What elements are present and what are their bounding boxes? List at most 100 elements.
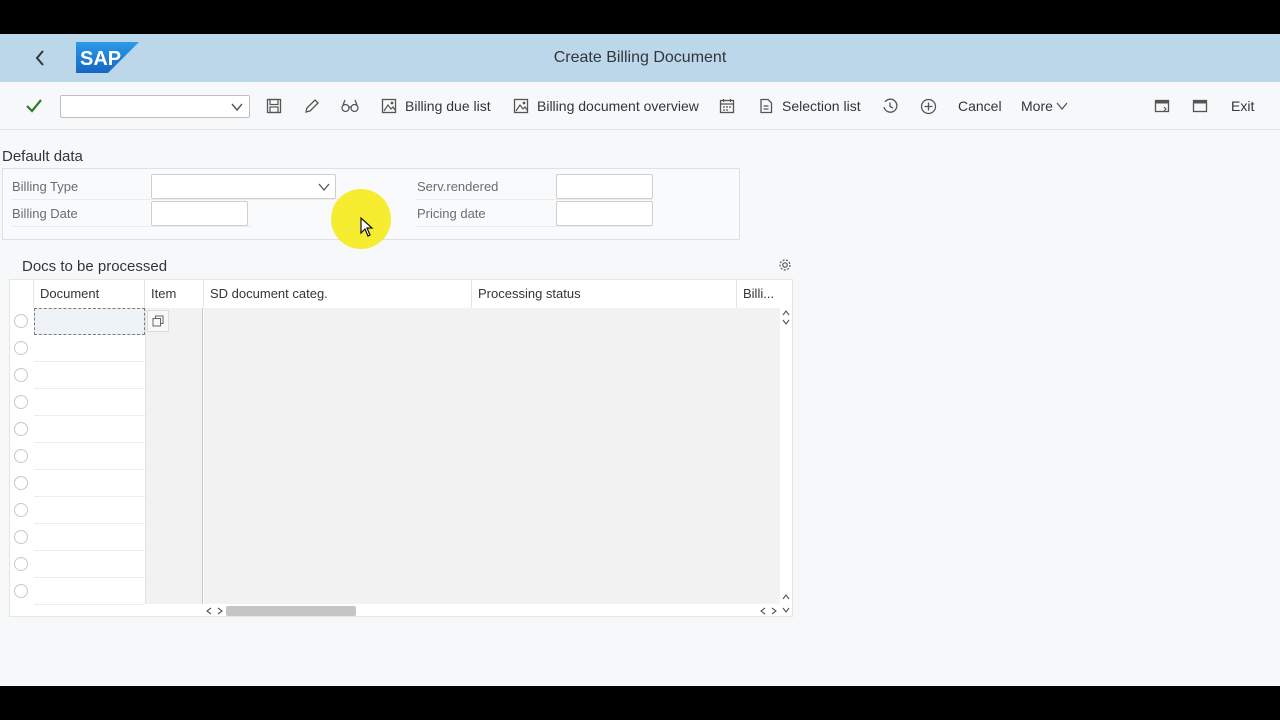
document-input[interactable] (35, 309, 144, 334)
document-input[interactable] (34, 335, 145, 361)
chevron-right-icon[interactable] (771, 607, 777, 615)
document-input[interactable] (34, 470, 145, 496)
chevron-down-icon (1056, 102, 1068, 111)
window-icon (1154, 99, 1170, 113)
document-input[interactable] (34, 524, 145, 550)
row-select-radio[interactable] (14, 341, 28, 355)
document-input[interactable] (34, 578, 145, 604)
row-select-radio[interactable] (14, 422, 28, 436)
image-icon (513, 98, 529, 114)
exit-button[interactable]: Exit (1231, 82, 1254, 130)
chevron-up-icon[interactable] (782, 594, 790, 600)
billing-date-field[interactable] (151, 201, 248, 226)
document-cell[interactable] (34, 362, 145, 389)
more-button[interactable]: More (1021, 82, 1068, 130)
pricing-date-field[interactable] (556, 201, 653, 226)
billing-due-list-button[interactable]: Billing due list (381, 82, 491, 130)
document-input[interactable] (34, 443, 145, 469)
table-readonly-area (204, 308, 781, 604)
pricing-date-input[interactable] (557, 202, 652, 225)
document-cell[interactable] (34, 389, 145, 416)
history-button[interactable] (882, 82, 898, 130)
cancel-button[interactable]: Cancel (958, 82, 1002, 130)
item-column (145, 308, 203, 604)
document-input[interactable] (34, 497, 145, 523)
row-select-radio[interactable] (14, 503, 28, 517)
window-icon (1192, 99, 1208, 113)
document-cell[interactable] (34, 443, 145, 470)
history-icon (883, 98, 898, 113)
column-header-billing[interactable]: Billi... (737, 280, 792, 308)
row-select-radio[interactable] (14, 530, 28, 544)
chevron-right-icon[interactable] (217, 607, 223, 615)
document-cell[interactable] (34, 335, 145, 362)
enter-button[interactable] (26, 82, 42, 130)
chevron-left-icon[interactable] (206, 607, 212, 615)
billing-type-label: Billing Type (12, 179, 79, 194)
chevron-down-icon[interactable] (782, 607, 790, 613)
row-select-radio[interactable] (14, 557, 28, 571)
copy-value-button[interactable] (147, 310, 169, 332)
document-cell[interactable] (34, 524, 145, 551)
scroll-thumb[interactable] (226, 606, 356, 616)
chevron-down-icon[interactable] (230, 100, 244, 114)
vertical-scrollbar[interactable] (780, 308, 792, 604)
row-select-radio[interactable] (14, 368, 28, 382)
serv-rendered-input[interactable] (557, 175, 652, 198)
gear-icon (779, 259, 791, 271)
document-input[interactable] (34, 551, 145, 577)
create-button[interactable] (920, 82, 937, 130)
document-cell[interactable] (34, 497, 145, 524)
row-select-radio[interactable] (14, 476, 28, 490)
chevron-down-icon[interactable] (317, 181, 331, 193)
window-options-button[interactable] (1192, 82, 1208, 130)
column-header-sd-document-categ[interactable]: SD document categ. (204, 280, 472, 308)
calendar-button[interactable] (719, 82, 735, 130)
row-select-radio[interactable] (14, 584, 28, 598)
chevron-left-icon[interactable] (760, 607, 766, 615)
save-icon (266, 98, 282, 114)
document-input[interactable] (34, 362, 145, 388)
display-button[interactable] (341, 82, 359, 130)
select-column-header[interactable] (10, 280, 34, 308)
document-cell[interactable] (34, 416, 145, 443)
document-cell[interactable] (34, 551, 145, 578)
billing-type-field[interactable] (151, 174, 336, 199)
toolbar: Billing due list Billing document overvi… (0, 82, 1280, 130)
edit-button[interactable] (304, 82, 320, 130)
calendar-icon (719, 99, 735, 114)
billing-date-input[interactable] (152, 202, 247, 225)
divider (416, 226, 652, 227)
checkmark-icon (26, 99, 42, 113)
more-label: More (1021, 98, 1053, 114)
table-body (10, 308, 792, 605)
table-settings-button[interactable] (778, 258, 792, 277)
column-header-processing-status[interactable]: Processing status (472, 280, 737, 308)
document-cell[interactable] (34, 578, 145, 605)
column-header-item[interactable]: Item (145, 280, 204, 308)
shell-header: SAP Create Billing Document (0, 34, 1280, 82)
divider (11, 199, 341, 200)
billing-document-overview-button[interactable]: Billing document overview (513, 82, 699, 130)
save-button[interactable] (266, 82, 282, 130)
pencil-icon (305, 99, 319, 113)
billing-type-input[interactable] (152, 175, 315, 198)
document-cell[interactable] (34, 308, 145, 335)
document-cell[interactable] (34, 470, 145, 497)
document-input[interactable] (34, 389, 145, 415)
command-field[interactable] (60, 95, 250, 118)
row-select-radio[interactable] (14, 395, 28, 409)
cancel-label: Cancel (958, 98, 1002, 114)
new-window-button[interactable] (1154, 82, 1170, 130)
selection-list-button[interactable]: Selection list (758, 82, 861, 130)
chevron-up-icon[interactable] (782, 310, 790, 316)
chevron-down-icon[interactable] (782, 319, 790, 325)
document-input[interactable] (34, 416, 145, 442)
serv-rendered-field[interactable] (556, 174, 653, 199)
page-title: Create Billing Document (553, 49, 727, 66)
column-header-document[interactable]: Document (34, 280, 145, 308)
row-select-radio[interactable] (14, 314, 28, 328)
row-select-radio[interactable] (14, 449, 28, 463)
horizontal-scrollbar[interactable] (204, 604, 782, 616)
command-input[interactable] (61, 96, 221, 117)
